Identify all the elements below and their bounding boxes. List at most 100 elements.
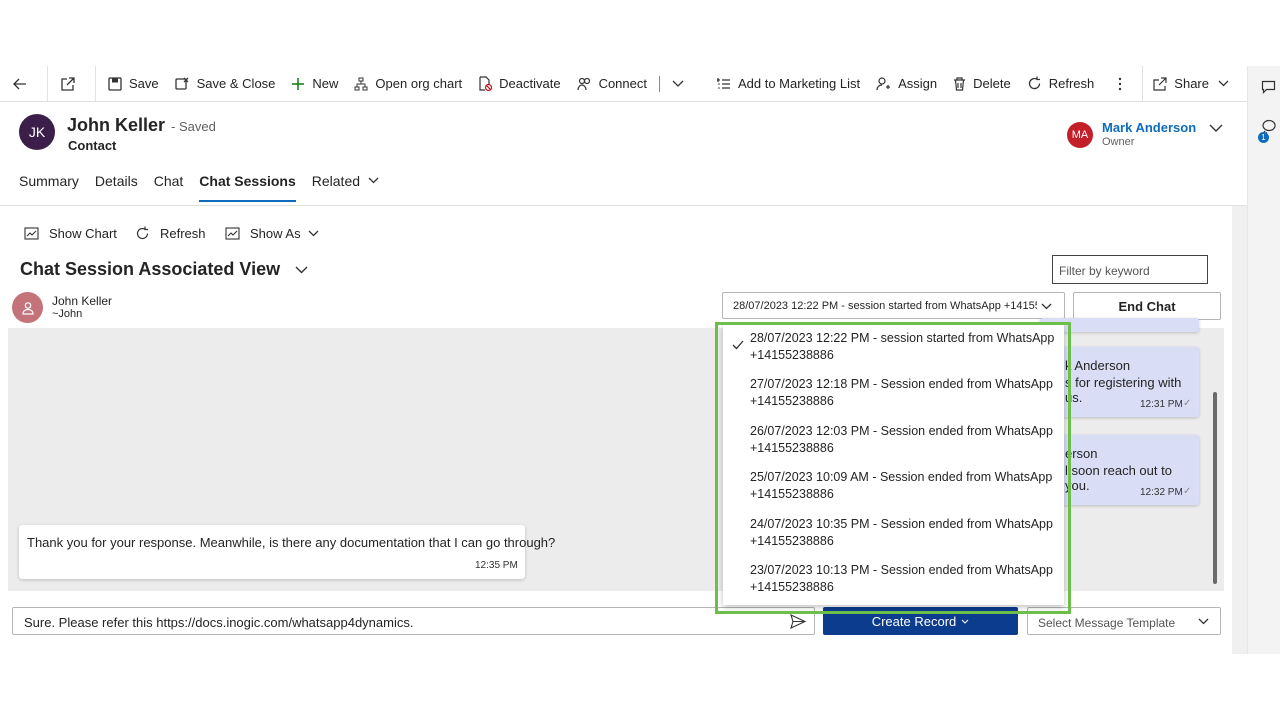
save-status: - Saved [171,119,216,134]
page-scrollbar-track[interactable] [1232,206,1247,654]
delete-label: Delete [973,76,1011,91]
owner-avatar: MA [1067,122,1093,148]
org-chart-button[interactable]: Open org chart [346,66,470,102]
org-chart-icon [354,77,368,90]
deactivate-icon [479,76,493,91]
chat-contact-avatar [12,292,43,323]
chevron-down-icon[interactable] [1209,124,1223,132]
owner-name[interactable]: Mark Anderson [1102,120,1196,135]
create-record-label: Create Record [871,613,957,629]
connect-label: Connect [598,76,647,91]
share-button[interactable]: Share [1143,66,1247,102]
tab-details[interactable]: Details [95,170,138,202]
message-time: 12:31 PM [1140,399,1183,410]
filter-keyword-input[interactable]: Filter by keyword [1052,255,1208,284]
message-bubble-incoming: Thank you for your response. Meanwhile, … [19,525,555,579]
tab-chat-sessions[interactable]: Chat Sessions [199,170,297,202]
end-chat-button[interactable]: End Chat [1073,292,1221,320]
chat-scrollbar-thumb[interactable] [1213,392,1217,584]
badge-count: 1 [1261,133,1266,142]
tab-label: Summary [19,173,79,189]
show-chart-label: Show Chart [49,225,117,241]
chevron-down-icon [295,266,308,273]
divider [658,75,660,92]
back-button[interactable] [0,66,47,102]
send-icon[interactable] [790,614,806,629]
refresh-label: Refresh [160,225,206,241]
assign-button[interactable]: Assign [868,66,945,102]
message-time: 12:32 PM [1140,487,1183,498]
more-commands-button[interactable] [1108,66,1139,102]
save-close-label: Save & Close [196,76,276,91]
divider [95,65,96,102]
annotation-highlight-box [715,322,1071,614]
chevron-down-icon [672,80,684,87]
save-close-icon [174,77,189,90]
save-icon [108,76,122,91]
delete-button[interactable]: Delete [945,66,1019,102]
org-chart-label: Open org chart [375,76,463,91]
pop-out-icon [61,76,75,91]
show-as-label: Show As [250,225,301,241]
tab-summary[interactable]: Summary [19,170,79,202]
record-title-row: John Keller - Saved [67,115,216,136]
chevron-down-icon [368,177,379,184]
command-bar: Save Save & Close New Open org chart Dea… [0,65,1247,102]
tab-label: Chat [153,173,184,189]
show-as-button[interactable]: Show As [225,224,319,242]
read-receipt-icon: ✓ [1183,486,1192,497]
contact-avatar: JK [19,114,55,150]
chat-icon[interactable] [1261,79,1277,95]
open-new-window-button[interactable] [48,66,95,102]
new-button[interactable]: New [283,66,346,102]
session-selected-value: 28/07/2023 12:22 PM - session started fr… [733,300,1037,312]
tab-chat[interactable]: Chat [154,170,184,202]
connect-dropdown-button[interactable] [664,66,699,102]
record-name: John Keller [67,115,166,135]
back-arrow-icon [13,78,26,89]
chevron-down-icon [961,619,969,624]
refresh-label: Refresh [1048,76,1095,91]
message-input[interactable]: Sure. Please refer this https://docs.ino… [12,607,815,635]
connect-icon [576,77,590,90]
chevron-down-icon [1218,80,1229,87]
contact-initials: JK [28,124,46,140]
read-receipt-icon: ✓ [1183,398,1192,409]
side-pane-rail: 1 [1247,66,1280,654]
tab-label: Chat Sessions [199,173,296,189]
save-button[interactable]: Save [100,66,167,102]
subgrid-refresh-button[interactable]: Refresh [135,224,206,242]
view-selector[interactable]: Chat Session Associated View [20,259,308,280]
message-input-value: Sure. Please refer this https://docs.ino… [24,615,414,630]
list-add-icon [716,77,730,89]
more-vertical-icon [1119,77,1122,90]
tab-label: Details [94,173,138,189]
save-close-button[interactable]: Save & Close [167,66,284,102]
tab-label: Related [311,173,361,189]
refresh-icon [136,226,149,239]
chevron-down-icon [1198,618,1209,625]
deactivate-button[interactable]: Deactivate [470,66,568,102]
refresh-button[interactable]: Refresh [1019,66,1103,102]
view-title: Chat Session Associated View [20,259,281,279]
tab-related[interactable]: Related [312,170,379,202]
owner-role: Owner [1102,136,1135,148]
plus-icon [292,77,305,90]
filter-placeholder: Filter by keyword [1059,264,1150,278]
app-root: Save Save & Close New Open org chart Dea… [0,0,1280,720]
message-text: Thank you for your response. Meanwhile, … [27,535,556,550]
owner-initials: MA [1071,129,1089,141]
person-icon [21,301,34,315]
save-label: Save [129,76,159,91]
share-label: Share [1174,76,1209,91]
chat-contact-name: John Keller [52,294,113,308]
connect-button[interactable]: Connect [569,66,655,102]
session-dropdown[interactable]: 28/07/2023 12:22 PM - session started fr… [722,292,1065,319]
show-chart-button[interactable]: Show Chart [24,224,117,242]
add-marketing-list-button[interactable]: Add to Marketing List [709,66,868,102]
chevron-down-icon [308,230,319,236]
message-time: 12:35 PM [475,560,518,571]
deactivate-label: Deactivate [499,76,561,91]
refresh-icon [1028,76,1040,90]
form-tabs: Summary Details Chat Chat Sessions Relat… [19,170,395,202]
